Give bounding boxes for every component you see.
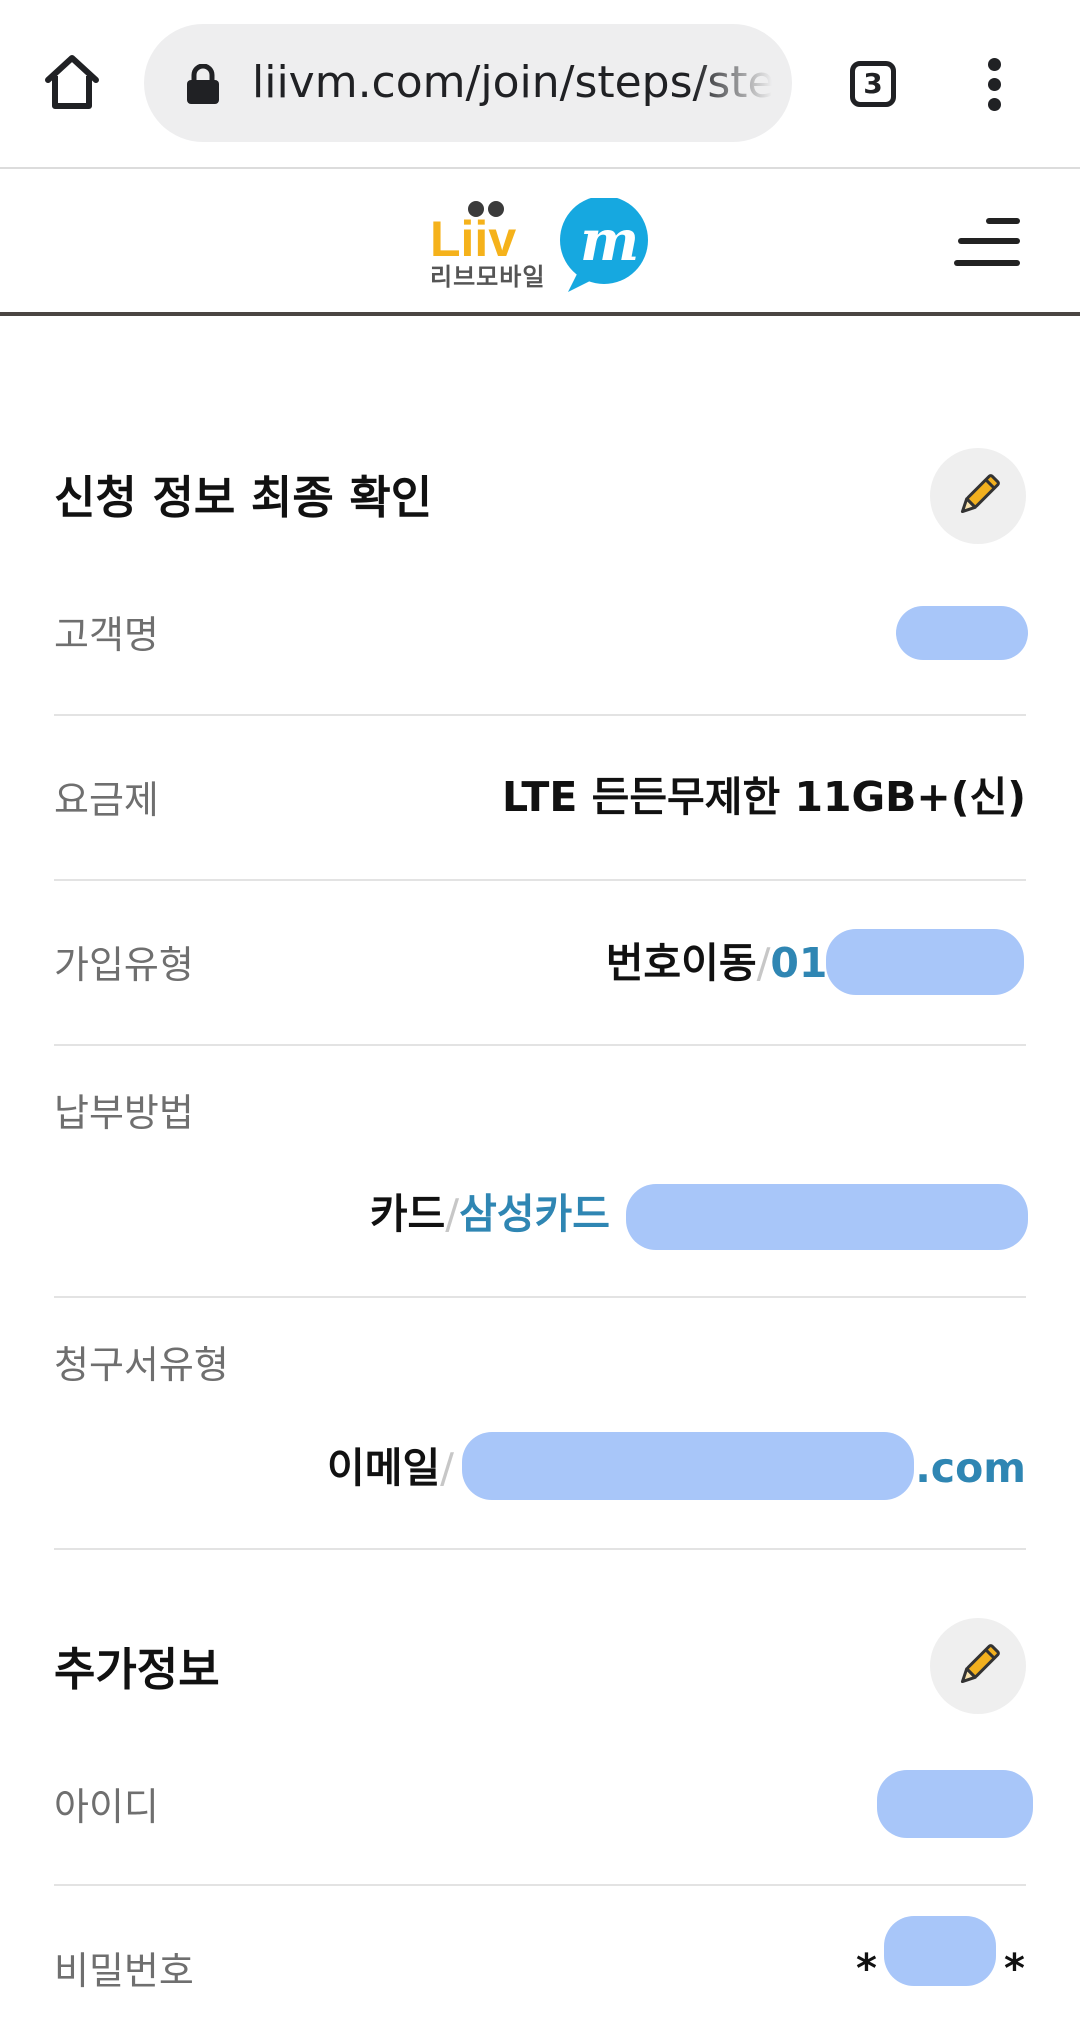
logo-m: m <box>580 208 639 274</box>
payment-method-value: 카드/삼성카드 <box>370 1186 610 1242</box>
password-mask-start: * <box>856 1946 877 1992</box>
row-divider <box>54 879 1026 881</box>
row-divider <box>54 1884 1026 1886</box>
home-icon[interactable] <box>40 50 104 114</box>
redacted-phone-number <box>826 929 1024 995</box>
additional-section-title: 추가정보 <box>54 1643 220 1696</box>
join-type-text: 번호이동 <box>605 939 757 987</box>
row-divider <box>54 1296 1026 1298</box>
password-label: 비밀번호 <box>54 1949 194 1993</box>
plan-label: 요금제 <box>54 778 159 822</box>
logo-subtitle: 리브모바일 <box>430 263 546 291</box>
row-divider <box>54 714 1026 716</box>
edit-additional-button[interactable] <box>930 1618 1026 1714</box>
bill-type-value: 이메일/ <box>327 1440 454 1496</box>
redacted-user-id <box>877 1770 1033 1838</box>
plan-value: LTE 든든무제한 11GB+(신) <box>502 773 1026 821</box>
edit-confirm-button[interactable] <box>930 448 1026 544</box>
join-type-value: 번호이동/010 <box>606 935 856 991</box>
payment-method-label: 납부방법 <box>54 1091 194 1135</box>
browser-toolbar: liivm.com/join/steps/step 3 <box>0 0 1080 168</box>
password-mask-end: * <box>1004 1946 1025 1992</box>
card-company-text: 삼성카드 <box>459 1190 610 1238</box>
row-divider <box>54 1548 1026 1550</box>
bill-type-text: 이메일 <box>327 1444 441 1492</box>
customer-name-label: 고객명 <box>54 613 159 657</box>
redacted-card-number <box>626 1184 1028 1250</box>
tab-switcher-button[interactable]: 3 <box>850 61 896 107</box>
join-type-separator: / <box>756 939 771 987</box>
more-options-icon[interactable] <box>980 56 1010 112</box>
payment-separator: / <box>445 1190 460 1238</box>
redacted-password <box>884 1916 996 1986</box>
url-text: liivm.com/join/steps/step <box>252 57 772 108</box>
row-divider <box>54 1044 1026 1046</box>
header-divider <box>0 312 1080 316</box>
bill-type-label: 청구서유형 <box>54 1343 229 1387</box>
redacted-customer-name <box>896 606 1028 660</box>
user-id-label: 아이디 <box>54 1785 159 1829</box>
address-bar[interactable]: liivm.com/join/steps/step <box>144 24 792 142</box>
hamburger-menu-icon[interactable] <box>952 216 1022 268</box>
email-domain-suffix: .com <box>915 1444 1026 1492</box>
confirm-section-title: 신청 정보 최종 확인 <box>54 471 433 524</box>
payment-type-text: 카드 <box>369 1190 446 1238</box>
logo-word: Liiv <box>430 211 516 267</box>
pencil-icon <box>960 474 1000 514</box>
redacted-email-address <box>462 1432 914 1500</box>
bill-separator: / <box>440 1444 454 1492</box>
lock-icon <box>186 63 220 104</box>
join-type-label: 가입유형 <box>54 943 194 987</box>
pencil-icon <box>960 1644 1000 1684</box>
